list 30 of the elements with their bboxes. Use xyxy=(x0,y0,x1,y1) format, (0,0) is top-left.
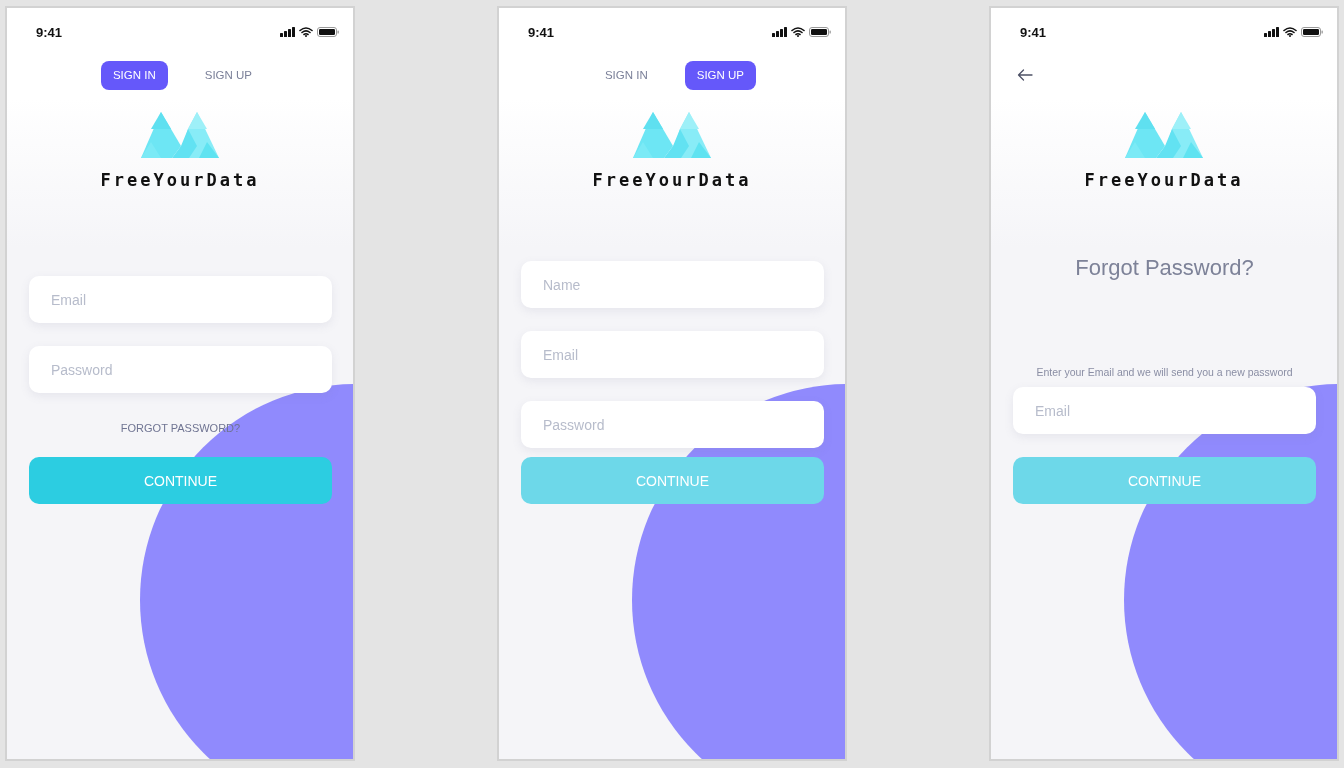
battery-icon xyxy=(1301,27,1323,37)
auth-tab[interactable]: SIGN IN xyxy=(592,60,660,90)
logo-icon xyxy=(1125,112,1203,158)
input-field[interactable]: Password xyxy=(521,401,824,448)
status-time: 9:41 xyxy=(1020,24,1047,40)
signal-icon xyxy=(1264,27,1279,37)
input-field[interactable]: Email xyxy=(521,331,824,378)
instruction-text: Enter your Email and we will send you a new password xyxy=(1035,366,1294,378)
brand-name: FreeYourData xyxy=(1084,170,1244,190)
input-field[interactable]: Name xyxy=(521,261,824,308)
wifi-icon xyxy=(1283,27,1297,37)
input-field[interactable]: Email xyxy=(1013,387,1316,434)
brand-name: FreeYourData xyxy=(100,170,260,190)
signal-icon xyxy=(280,27,295,37)
status-time: 9:41 xyxy=(36,24,63,40)
input-field[interactable]: Email xyxy=(29,276,332,323)
auth-tab[interactable]: SIGN UP xyxy=(684,60,757,90)
wifi-icon xyxy=(299,27,313,37)
input-field[interactable]: Password xyxy=(29,346,332,393)
battery-icon xyxy=(317,27,339,37)
logo-icon xyxy=(141,112,219,158)
auth-tab[interactable]: SIGN UP xyxy=(192,60,265,90)
brand-name: FreeYourData xyxy=(592,170,752,190)
battery-icon xyxy=(809,27,831,37)
auth-tab[interactable]: SIGN IN xyxy=(100,60,168,90)
logo-icon xyxy=(633,112,711,158)
signal-icon xyxy=(772,27,787,37)
screen-title: Forgot Password? xyxy=(1074,255,1255,281)
status-time: 9:41 xyxy=(528,24,555,40)
wifi-icon xyxy=(791,27,805,37)
